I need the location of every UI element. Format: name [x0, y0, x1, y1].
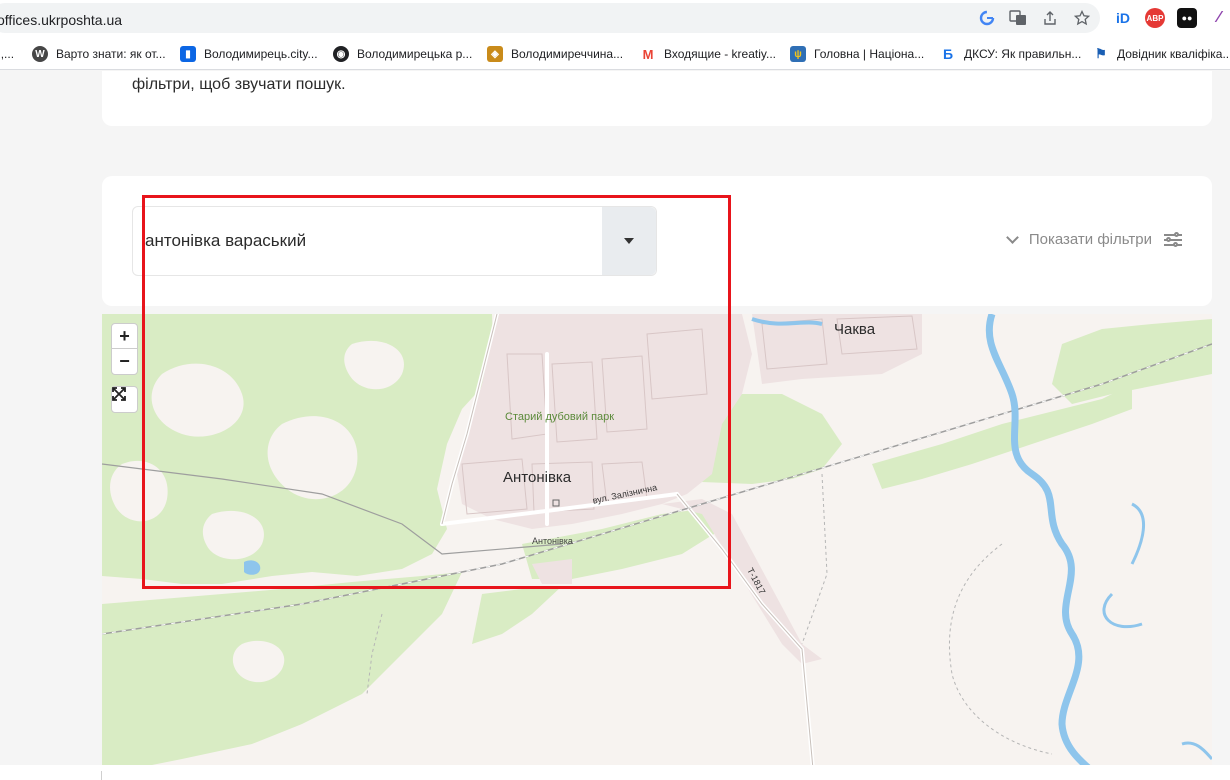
bookmarks-bar: и,... W Варто знати: як от... ▮ Володими… [0, 36, 1230, 70]
chevron-down-icon [1005, 230, 1019, 244]
wordpress-icon: W [32, 46, 48, 62]
bookmark-item[interactable]: Б ДКСУ: Як правильн... [940, 45, 1081, 63]
caret-down-icon [624, 238, 634, 244]
bookmark-label: и,... [0, 47, 15, 61]
bookmark-star-icon[interactable] [1072, 8, 1092, 28]
show-filters-toggle[interactable]: Показати фільтри [1005, 230, 1182, 248]
bookmark-label: ДКСУ: Як правильн... [964, 47, 1082, 61]
gmail-icon: M [640, 46, 656, 62]
translate-icon[interactable] [1008, 8, 1028, 28]
bookmark-label: Довідник кваліфіка... [1117, 47, 1230, 61]
intro-card: фільтри, щоб звучати пошук. [102, 71, 1212, 126]
bookmark-item[interactable]: ψ Головна | Націона... [790, 45, 924, 63]
bookmark-item[interactable]: ⚑ Довідник кваліфіка... [1093, 45, 1230, 63]
bookmark-label: Входящие - kreatiy... [664, 47, 777, 61]
browser-address-bar: offices.ukrposhta.ua iD ABP ●● ∕ [0, 0, 1230, 36]
map-label-park: Старий дубовий парк [505, 411, 615, 423]
bookmark-label: Володимирець.city... [204, 47, 318, 61]
map-label-village: Антонівка [503, 469, 572, 486]
zoom-in-button[interactable]: + [112, 324, 137, 349]
bookmark-item[interactable]: W Варто знати: як от... [32, 45, 166, 63]
zoom-control: + − [111, 323, 138, 375]
map-canvas [102, 314, 1212, 780]
share-icon[interactable] [1040, 8, 1060, 28]
map-view[interactable]: Антонівка Антонівка Чаква Старий дубовий… [102, 314, 1212, 780]
flag-icon: ⚑ [1093, 46, 1109, 62]
trello-icon: ▮ [180, 46, 196, 62]
intro-text: фільтри, щоб звучати пошук. [132, 76, 346, 93]
bookmark-label: Варто знати: як от... [56, 47, 166, 61]
trident-icon: ψ [790, 46, 806, 62]
search-dropdown-button[interactable] [602, 207, 656, 275]
url-text[interactable]: offices.ukrposhta.ua [0, 12, 122, 28]
google-icon[interactable] [977, 8, 997, 28]
zoom-out-button[interactable]: − [112, 349, 137, 374]
pen-extension-icon[interactable]: ∕ [1209, 8, 1229, 28]
show-filters-label: Показати фільтри [1028, 231, 1152, 248]
search-input[interactable] [145, 207, 600, 275]
adblock-icon[interactable]: ABP [1145, 8, 1165, 28]
expand-icon [112, 387, 126, 401]
id-extension-icon[interactable]: iD [1113, 8, 1133, 28]
b-icon: Б [940, 46, 956, 62]
omnibox[interactable]: offices.ukrposhta.ua [0, 3, 1100, 33]
bookmark-label: Володимиреччина... [511, 47, 624, 61]
bottom-edge [0, 765, 1230, 780]
bookmark-label: Головна | Націона... [814, 47, 925, 61]
fullscreen-button[interactable] [111, 386, 138, 413]
page-content: фільтри, щоб звучати пошук. Показати філ… [0, 71, 1230, 780]
layers-icon: ◈ [487, 46, 503, 62]
bookmark-item[interactable]: ▮ Володимирець.city... [180, 45, 318, 63]
map-label-chakva: Чаква [834, 321, 876, 338]
sliders-icon [1164, 231, 1182, 247]
bookmark-item[interactable]: и,... [0, 45, 14, 63]
tampermonkey-icon[interactable]: ●● [1177, 8, 1197, 28]
bookmark-item[interactable]: ◉ Володимирецька р... [333, 45, 472, 63]
globe-icon: ◉ [333, 46, 349, 62]
bookmark-label: Володимирецька р... [357, 47, 473, 61]
map-label-station: Антонівка [532, 536, 573, 546]
bookmark-item[interactable]: M Входящие - kreatiy... [640, 45, 776, 63]
search-card: Показати фільтри [102, 176, 1212, 306]
bookmark-item[interactable]: ◈ Володимиреччина... [487, 45, 623, 63]
search-box[interactable] [132, 206, 657, 276]
